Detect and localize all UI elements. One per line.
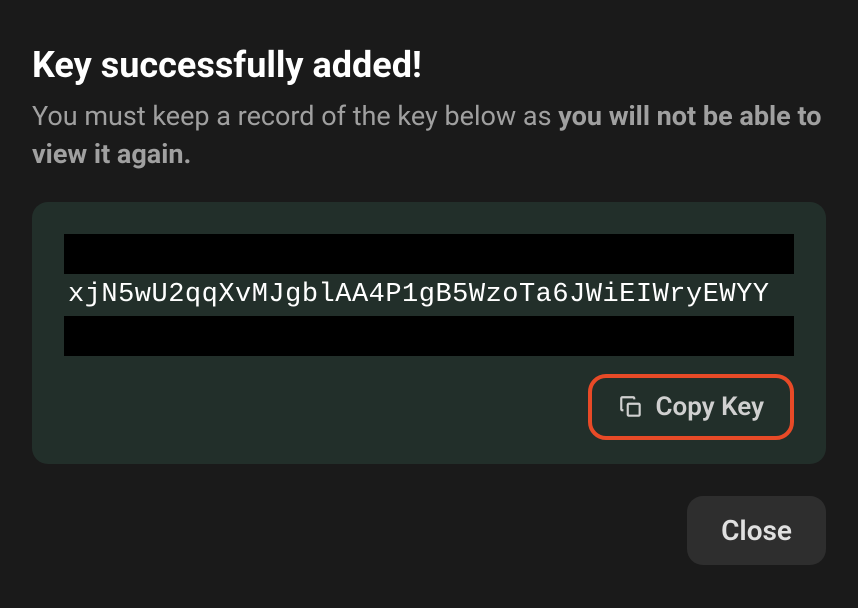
copy-key-label: Copy Key (656, 392, 764, 422)
close-button[interactable]: Close (687, 496, 826, 565)
subtitle-prefix: You must keep a record of the key below … (32, 100, 558, 132)
copy-key-button[interactable]: Copy Key (588, 374, 794, 440)
close-button-wrapper: Close (32, 496, 826, 565)
api-key-text[interactable]: xjN5wU2qqXvMJgblAA4P1gB5WzoTa6JWiEIWryEW… (64, 274, 794, 316)
redacted-bar-top (64, 234, 794, 274)
copy-button-wrapper: Copy Key (64, 374, 794, 440)
redacted-bar-bottom (64, 316, 794, 356)
key-block: xjN5wU2qqXvMJgblAA4P1gB5WzoTa6JWiEIWryEW… (64, 234, 794, 356)
key-container: xjN5wU2qqXvMJgblAA4P1gB5WzoTa6JWiEIWryEW… (32, 202, 826, 464)
copy-icon (618, 394, 644, 420)
dialog-subtitle: You must keep a record of the key below … (32, 98, 826, 174)
dialog-title: Key successfully added! (32, 44, 826, 86)
